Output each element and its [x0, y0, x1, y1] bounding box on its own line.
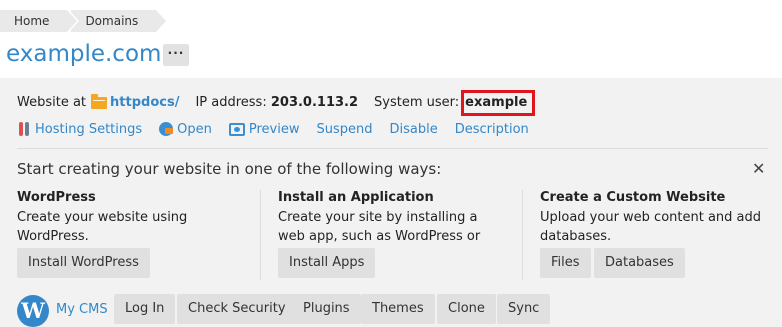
- suspend-link[interactable]: Suspend: [317, 122, 373, 137]
- ip-address-value: 203.0.113.2: [270, 95, 359, 110]
- hosting-settings-link[interactable]: Hosting Settings: [17, 122, 142, 137]
- wordpress-title: WordPress: [17, 190, 96, 205]
- hosting-settings-label: Hosting Settings: [35, 121, 143, 137]
- ip-address-label: IP address:: [195, 95, 267, 110]
- open-link[interactable]: Open: [159, 122, 212, 137]
- custom-option: Create a Custom Website Upload your web …: [540, 190, 770, 246]
- page-title: example.com: [6, 41, 162, 67]
- website-at-label: Website at: [17, 95, 87, 110]
- start-heading: Start creating your website in one of th…: [17, 160, 442, 178]
- cms-bar: W My CMS Log In Check Security Plugins T…: [0, 293, 782, 327]
- system-user-label: System user:: [374, 95, 460, 110]
- files-button[interactable]: Files: [540, 248, 591, 278]
- folder-icon: [91, 94, 108, 109]
- custom-title: Create a Custom Website: [540, 190, 726, 205]
- install-apps-button[interactable]: Install Apps: [278, 248, 376, 278]
- check-security-button[interactable]: Check Security: [177, 294, 297, 324]
- log-in-button[interactable]: Log In: [114, 294, 176, 324]
- wordpress-option: WordPress Create your website using Word…: [17, 190, 247, 246]
- system-user-highlight: example: [461, 90, 536, 116]
- custom-text: Upload your web content and add database…: [540, 210, 762, 244]
- breadcrumb-home[interactable]: Home: [0, 10, 80, 32]
- wordpress-logo-icon: W: [17, 295, 49, 327]
- column-separator: [522, 190, 523, 280]
- databases-button[interactable]: Databases: [594, 248, 685, 278]
- preview-link[interactable]: Preview: [228, 121, 300, 137]
- close-icon[interactable]: ✕: [752, 160, 765, 178]
- app-title: Install an Application: [278, 190, 434, 205]
- domain-info-line: Website at httpdocs/ IP address: 203.0.1…: [17, 90, 536, 116]
- preview-label: Preview: [248, 121, 300, 137]
- wordpress-text: Create your website using WordPress.: [17, 210, 188, 244]
- breadcrumb: Home Domains: [0, 10, 169, 32]
- themes-button[interactable]: Themes: [361, 294, 435, 324]
- docroot-link[interactable]: httpdocs/: [110, 93, 179, 113]
- system-user-value: example: [465, 95, 528, 110]
- plugins-button[interactable]: Plugins: [292, 294, 361, 324]
- sync-button[interactable]: Sync: [497, 294, 551, 324]
- clone-button[interactable]: Clone: [437, 294, 496, 324]
- domain-actions: Hosting Settings Open Preview Suspend Di…: [17, 120, 546, 138]
- open-label: Open: [177, 121, 212, 137]
- domain-panel: Website at httpdocs/ IP address: 203.0.1…: [0, 78, 782, 327]
- description-link[interactable]: Description: [455, 122, 529, 137]
- globe-open-icon: [159, 122, 174, 136]
- tools-icon: [17, 122, 31, 136]
- install-wordpress-button[interactable]: Install WordPress: [17, 248, 150, 278]
- more-options-button[interactable]: ···: [163, 44, 189, 66]
- disable-link[interactable]: Disable: [390, 122, 438, 137]
- my-cms-link[interactable]: My CMS: [56, 302, 108, 317]
- column-separator: [260, 190, 261, 280]
- breadcrumb-domains[interactable]: Domains: [71, 10, 169, 32]
- divider: [17, 148, 768, 149]
- preview-icon: [228, 122, 245, 136]
